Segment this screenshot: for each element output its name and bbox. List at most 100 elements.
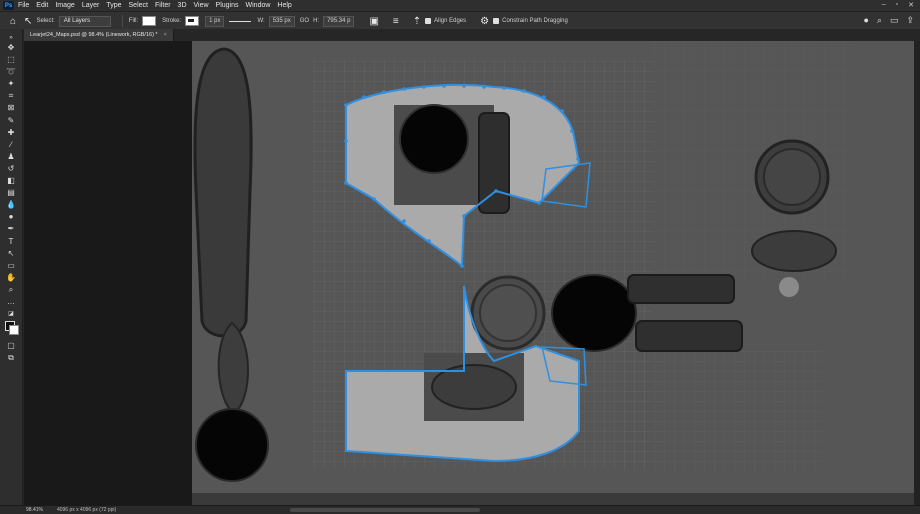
menu-help[interactable]: Help <box>277 2 291 9</box>
canvas-workspace[interactable] <box>24 41 920 505</box>
uv-wireframe-bottom <box>622 351 822 471</box>
document-tab-title: Learjet24_Maps.psd @ 98.4% (Linework, RG… <box>30 32 158 38</box>
healing-brush-tool-icon[interactable]: ✚ <box>5 128 17 138</box>
clone-stamp-tool-icon[interactable]: ♟ <box>5 152 17 162</box>
h-label: H: <box>313 18 320 24</box>
menu-bar: Ps File Edit Image Layer Type Select Fil… <box>0 0 920 11</box>
select-label: Select: <box>36 18 55 24</box>
path-arrangement-icon[interactable]: ⇡ <box>413 16 421 27</box>
menu-plugins[interactable]: Plugins <box>216 2 239 9</box>
quick-mask-icon[interactable]: ▢ <box>5 341 17 351</box>
stroke-type-dropdown[interactable] <box>229 20 252 22</box>
minimize-icon[interactable]: – <box>882 1 886 9</box>
width-field[interactable]: 535 px <box>268 15 295 27</box>
uv-black-circle-bottom-left <box>195 408 269 482</box>
gradient-tool-icon[interactable]: ▤ <box>5 188 17 198</box>
search-icon[interactable]: ⌕ <box>877 15 882 26</box>
uv-vertical-handle <box>478 112 510 214</box>
tools-panel: » ✥ ⬚ ➰ ✦ ⌗ ⊠ ✎ ✚ ∕ ♟ ↺ ◧ ▤ 💧 ● ✒ T ↖ ▭ … <box>0 29 23 505</box>
document-tab-bar: Learjet24_Maps.psd @ 98.4% (Linework, RG… <box>24 29 920 41</box>
uv-shape-left-strip <box>193 47 253 338</box>
magic-wand-tool-icon[interactable]: ✦ <box>5 79 17 89</box>
link-dimensions-icon[interactable]: GO <box>300 18 309 24</box>
close-icon[interactable]: ✕ <box>908 1 914 9</box>
color-swatches[interactable] <box>5 321 19 335</box>
eyedropper-tool-icon[interactable]: ✎ <box>5 116 17 126</box>
uv-ring-center-inner <box>479 284 537 342</box>
crop-tool-icon[interactable]: ⌗ <box>5 91 17 101</box>
path-selection-tool-icon[interactable]: ↖ <box>5 249 17 259</box>
workspace-icon[interactable]: ▭ <box>890 15 899 26</box>
photoshop-logo-icon: Ps <box>3 1 14 10</box>
menu-type[interactable]: Type <box>106 2 121 9</box>
dodge-tool-icon[interactable]: ● <box>5 212 17 222</box>
divider <box>121 15 123 27</box>
uv-ellipse-right <box>751 230 837 272</box>
menu-select[interactable]: Select <box>129 2 148 9</box>
screen-mode-icon[interactable]: ⧉ <box>5 353 17 363</box>
hand-tool-icon[interactable]: ✋ <box>5 273 17 283</box>
select-layers-dropdown[interactable]: All Layers <box>58 15 111 27</box>
eraser-tool-icon[interactable]: ◧ <box>5 176 17 186</box>
menu-3d[interactable]: 3D <box>178 2 187 9</box>
uv-black-circle-center <box>551 274 637 352</box>
pen-tool-icon[interactable]: ✒ <box>5 224 17 234</box>
horizontal-scrollbar[interactable] <box>290 508 480 512</box>
canvas-artwork[interactable] <box>24 41 920 505</box>
user-icon[interactable]: ● <box>863 15 868 26</box>
marquee-tool-icon[interactable]: ⬚ <box>5 55 17 65</box>
menu-window[interactable]: Window <box>246 2 271 9</box>
right-edge-strip <box>914 41 920 505</box>
menu-view[interactable]: View <box>194 2 209 9</box>
fill-label: Fill: <box>128 18 139 24</box>
stroke-label: Stroke: <box>162 18 182 24</box>
default-colors-icon[interactable]: ◪ <box>5 309 17 319</box>
window-controls: – ▫ ✕ <box>882 1 914 9</box>
stroke-width-field[interactable]: 1 px <box>205 15 225 27</box>
close-tab-icon[interactable]: × <box>164 32 167 38</box>
path-operations-icon[interactable]: ▣ <box>369 16 378 27</box>
fill-swatch[interactable] <box>142 16 157 26</box>
share-icon[interactable]: ⇪ <box>906 15 914 26</box>
blur-tool-icon[interactable]: 💧 <box>5 200 17 210</box>
canvas-bottom-band <box>192 493 914 505</box>
menu-filter[interactable]: Filter <box>155 2 171 9</box>
frame-tool-icon[interactable]: ⊠ <box>5 103 17 113</box>
uv-bar-lower <box>635 320 743 352</box>
document-tab[interactable]: Learjet24_Maps.psd @ 98.4% (Linework, RG… <box>24 29 174 41</box>
history-brush-tool-icon[interactable]: ↺ <box>5 164 17 174</box>
uv-small-sphere <box>779 277 799 297</box>
uv-black-circle-top <box>399 104 469 174</box>
constrain-path-label: Constrain Path Dragging <box>502 18 568 24</box>
align-edges-label: Align Edges <box>434 18 467 24</box>
gear-icon[interactable]: ⚙ <box>480 16 489 27</box>
background-color-swatch[interactable] <box>9 325 19 335</box>
restore-icon[interactable]: ▫ <box>896 1 898 9</box>
options-right-icons: ● ⌕ ▭ ⇪ <box>863 15 914 26</box>
menu-file[interactable]: File <box>18 2 29 9</box>
more-tools-icon[interactable]: … <box>5 297 17 307</box>
options-bar: ⌂ ↖ Select: All Layers Fill: Stroke: 1 p… <box>0 11 920 31</box>
zoom-level[interactable]: 98.41% <box>26 507 43 513</box>
path-alignment-icon[interactable]: ≡ <box>393 16 399 27</box>
menu-image[interactable]: Image <box>55 2 74 9</box>
constrain-path-checkbox[interactable] <box>493 18 500 24</box>
rectangle-tool-icon[interactable]: ▭ <box>5 261 17 271</box>
height-field[interactable]: 795.34 p <box>323 15 355 27</box>
path-selection-tool-icon[interactable]: ↖ <box>24 16 32 27</box>
collapse-panel-icon[interactable]: » <box>5 33 17 43</box>
type-tool-icon[interactable]: T <box>5 237 17 247</box>
zoom-tool-icon[interactable]: ⌕ <box>5 285 17 295</box>
move-tool-icon[interactable]: ✥ <box>5 43 17 53</box>
home-icon[interactable]: ⌂ <box>10 16 16 27</box>
uv-bar-upper <box>627 274 735 304</box>
brush-tool-icon[interactable]: ∕ <box>5 140 17 150</box>
align-edges-checkbox[interactable] <box>425 18 432 24</box>
uv-ring-right-inner <box>763 148 821 206</box>
lasso-tool-icon[interactable]: ➰ <box>5 67 17 77</box>
w-label: W: <box>257 18 265 24</box>
menu-edit[interactable]: Edit <box>36 2 48 9</box>
document-size[interactable]: 4096 px x 4096 px (72 ppi) <box>57 507 116 513</box>
menu-layer[interactable]: Layer <box>82 2 100 9</box>
stroke-swatch[interactable] <box>185 16 200 26</box>
